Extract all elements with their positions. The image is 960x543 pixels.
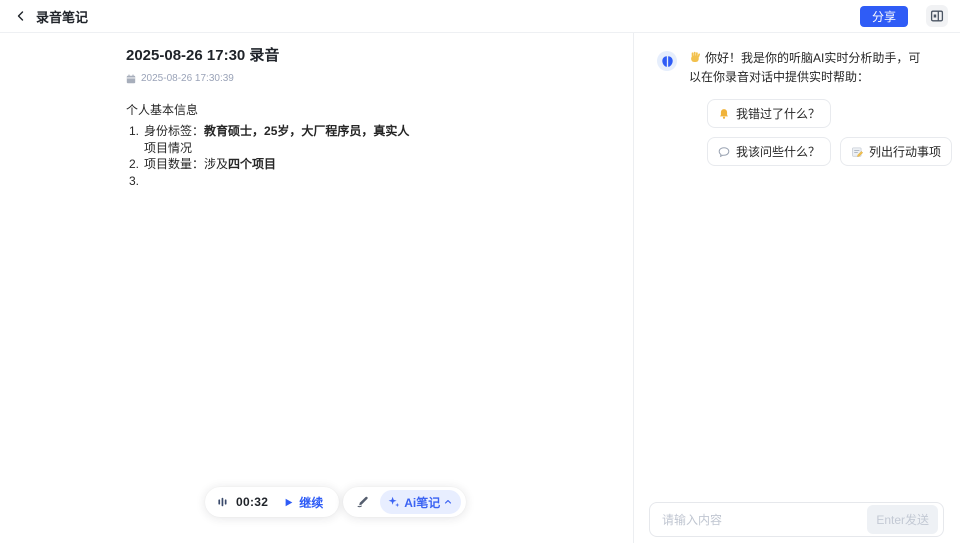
brain-ai-logo-icon [661,55,674,68]
note-created-timestamp: 2025-08-26 17:30:39 [141,73,234,84]
send-button[interactable]: Enter发送 [867,505,938,534]
suggestion-chips: 我错过了什么？ 我该问些什么？ [707,99,957,166]
resume-recording-button[interactable]: 继续 [275,490,331,515]
note-section-heading: 个人基本信息 [126,102,520,118]
list-item-bold-text: 四个项目 [228,157,276,171]
edit-pen-icon [356,495,370,509]
note-editor[interactable]: 2025-08-26 17:30 录音 2025-08-26 17:30:39 … [0,33,560,189]
chat-input[interactable] [662,513,867,527]
chat-input-bar: Enter发送 [649,502,944,537]
list-item-second-line: 项目情况 [144,141,192,155]
sparkles-icon [388,496,400,508]
list-item: 2. 项目数量：涉及四个项目 [126,156,520,173]
waving-hand-icon [689,51,702,64]
list-item-marker: 3. [129,173,144,190]
recording-elapsed-time: 00:32 [236,495,268,509]
chip-what-did-i-miss[interactable]: 我错过了什么？ [707,99,831,128]
header: 录音笔记 分享 [0,0,960,33]
recording-notes-app: 录音笔记 分享 2025-08-26 17:30 录音 [0,0,960,543]
list-item-content: 身份标签：教育硕士，25岁，大厂程序员，真实人 项目情况 [144,123,520,156]
resume-label: 继续 [299,494,323,511]
list-item-label: 身份标签： [144,124,204,138]
recorder-controls: 00:32 继续 [205,487,466,517]
note-meta: 2025-08-26 17:30:39 [126,73,520,84]
recording-timer-pill: 00:32 继续 [205,487,339,517]
assistant-greeting: 你好！我是你的听脑AI实时分析助手，可 以在你录音对话中提供实时帮助： [689,49,921,87]
greeting-line-2: 以在你录音对话中提供实时帮助： [689,70,869,84]
assistant-message: 你好！我是你的听脑AI实时分析助手，可 以在你录音对话中提供实时帮助： [657,49,945,87]
chip-what-should-i-ask[interactable]: 我该问些什么？ [707,137,831,166]
note-panel: 2025-08-26 17:30 录音 2025-08-26 17:30:39 … [0,33,633,543]
note-tools-pill: Ai笔记 [343,487,466,517]
greeting-line-1: 你好！我是你的听脑AI实时分析助手，可 [705,51,920,65]
ai-note-label: Ai笔记 [404,494,440,511]
chevron-left-icon [15,10,27,22]
memo-icon [851,146,863,158]
note-title: 2025-08-26 17:30 录音 [126,46,520,65]
note-numbered-list: 1. 身份标签：教育硕士，25岁，大厂程序员，真实人 项目情况 2. 项目数量：… [126,123,520,189]
chip-label: 列出行动事项 [869,143,941,160]
ai-assistant-panel: 你好！我是你的听脑AI实时分析助手，可 以在你录音对话中提供实时帮助： [633,33,960,543]
list-item-content [144,173,520,190]
page-title: 录音笔记 [36,7,88,26]
list-item-marker: 1. [129,123,144,156]
panel-toggle-button[interactable] [926,5,948,27]
speech-bubble-icon [718,146,730,158]
bell-icon [718,108,730,120]
panel-toggle-icon [930,9,944,23]
list-item: 3. [126,173,520,190]
edit-pen-button[interactable] [356,495,370,509]
back-button[interactable] [10,5,32,27]
list-item: 1. 身份标签：教育硕士，25岁，大厂程序员，真实人 项目情况 [126,123,520,156]
share-button[interactable]: 分享 [860,6,908,27]
note-body: 个人基本信息 1. 身份标签：教育硕士，25岁，大厂程序员，真实人 项目情况 2… [126,102,520,189]
list-item-label: 项目数量：涉及 [144,157,228,171]
list-item-marker: 2. [129,156,144,173]
main-area: 2025-08-26 17:30 录音 2025-08-26 17:30:39 … [0,33,960,543]
calendar-icon [126,74,136,84]
list-item-bold-text: 教育硕士，25岁，大厂程序员，真实人 [204,124,409,138]
chip-label: 我错过了什么？ [736,105,820,122]
list-item-content: 项目数量：涉及四个项目 [144,156,520,173]
play-icon [283,497,294,508]
assistant-avatar [657,51,677,71]
chat-area: 你好！我是你的听脑AI实时分析助手，可 以在你录音对话中提供实时帮助： [634,33,960,166]
chevron-up-icon [444,498,452,506]
chip-label: 我该问些什么？ [736,143,820,160]
waveform-icon [217,496,229,508]
ai-note-button[interactable]: Ai笔记 [380,490,461,514]
chip-list-action-items[interactable]: 列出行动事项 [840,137,952,166]
